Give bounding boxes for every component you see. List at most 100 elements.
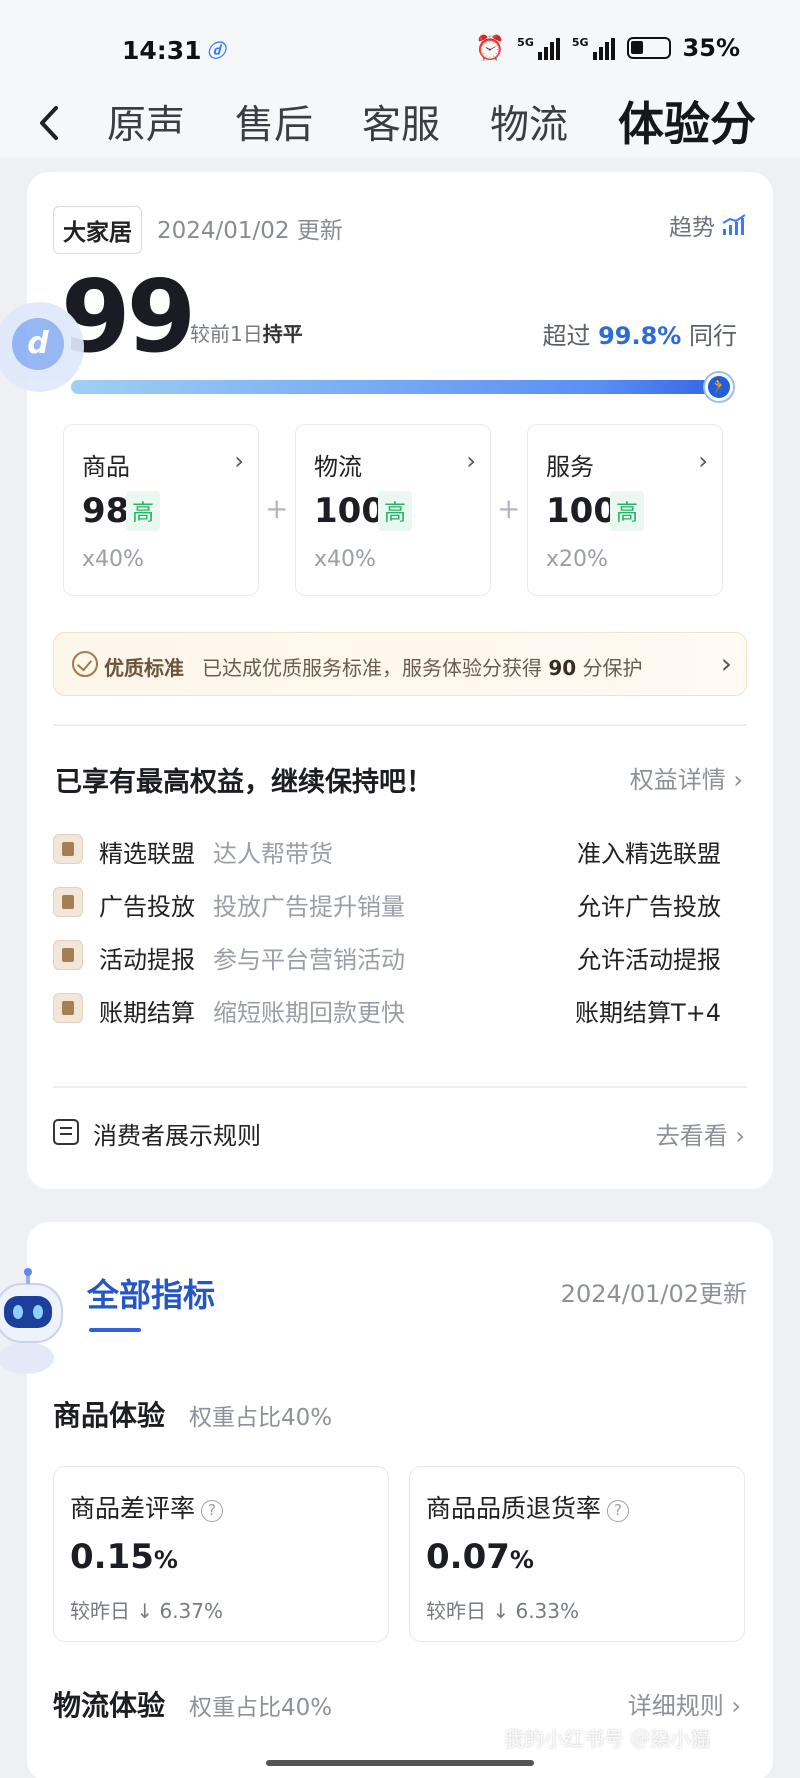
- subscore-name: 物流: [314, 453, 362, 481]
- quality-text-before: 已达成优质服务标准，服务体验分获得: [202, 656, 542, 680]
- trend-label: 趋势: [669, 215, 715, 241]
- divider: [53, 1086, 747, 1088]
- app-logo-icon: d: [12, 318, 64, 370]
- chevron-right-icon: ›: [466, 447, 476, 475]
- benefit-name: 活动提报: [99, 946, 195, 974]
- metric-compare: 较昨日 ↓ 6.37%: [70, 1599, 224, 1623]
- metric-card[interactable]: 商品品质退货率? 0.07% 较昨日 ↓ 6.33%: [409, 1466, 745, 1642]
- tab-logistics[interactable]: 物流: [490, 94, 568, 150]
- subscore-value: 100: [546, 491, 617, 531]
- battery-icon: [626, 37, 671, 59]
- settlement-icon: [53, 993, 83, 1023]
- subscore-goods[interactable]: 商品 › 98 高 x40%: [63, 424, 259, 596]
- benefit-status: 账期结算T+4: [574, 999, 721, 1027]
- home-indicator[interactable]: [266, 1760, 534, 1766]
- level-badge: 高: [378, 491, 413, 531]
- chevron-right-icon: ›: [735, 1122, 745, 1150]
- indicators-date: 2024/01/02更新: [560, 1280, 747, 1308]
- subscore-weight: x40%: [82, 547, 144, 572]
- battery-percent: 35%: [682, 34, 740, 62]
- detail-rules-link[interactable]: 详细规则 ›: [628, 1686, 741, 1721]
- metric-value-number: 0.07: [426, 1537, 510, 1577]
- quality-standard-banner[interactable]: 优质标准 已达成优质服务标准，服务体验分获得 90 分保护 ›: [53, 632, 747, 696]
- network-label-2: 5G: [571, 36, 589, 49]
- advertising-icon: [53, 887, 83, 917]
- quality-text-after: 分保护: [582, 656, 643, 680]
- chevron-right-icon: ›: [234, 447, 244, 475]
- indicators-tab[interactable]: 全部指标: [87, 1270, 215, 1316]
- tab-experience-score[interactable]: 体验分: [618, 88, 756, 154]
- shield-check-icon: [72, 651, 98, 677]
- trend-chart-icon: [722, 214, 746, 235]
- watermark: 我的小红书号 ＠染小猫: [504, 1727, 711, 1751]
- indicators-card: 全部指标 2024/01/02更新 商品体验 权重占比40% 商品差评率? 0.…: [27, 1222, 773, 1778]
- subscore-name: 服务: [546, 453, 594, 481]
- activity-report-icon: [53, 940, 83, 970]
- chevron-right-icon: ›: [698, 447, 708, 475]
- plus-sign: +: [265, 492, 289, 525]
- tab-original-voice[interactable]: 原声: [107, 94, 185, 150]
- metric-value-number: 0.15: [70, 1537, 154, 1577]
- chevron-right-icon: ›: [720, 647, 732, 680]
- rules-link[interactable]: 去看看 ›: [656, 1116, 745, 1151]
- help-icon[interactable]: ?: [607, 1500, 630, 1522]
- runner-icon: 🏃: [705, 373, 733, 401]
- peer-exceed: 超过 99.8% 同行: [542, 316, 737, 351]
- metric-name-text: 商品差评率: [70, 1494, 196, 1523]
- subscore-name: 商品: [82, 453, 130, 481]
- metric-unit: %: [509, 1546, 534, 1574]
- metric-card[interactable]: 商品差评率? 0.15% 较昨日 ↓ 6.37%: [53, 1466, 389, 1642]
- trend-link[interactable]: 趋势: [669, 208, 747, 242]
- benefit-name: 精选联盟: [99, 840, 195, 868]
- subscore-value: 100: [314, 491, 385, 531]
- assistant-robot-icon[interactable]: [0, 1268, 70, 1378]
- metric-value: 0.07%: [426, 1537, 534, 1577]
- tab-customer-service[interactable]: 客服: [362, 94, 440, 150]
- logistics-section-title: 物流体验: [53, 1689, 166, 1722]
- compare-prefix: 较前1日: [190, 322, 263, 346]
- metric-unit: %: [153, 1546, 178, 1574]
- alarm-icon: ⏰: [475, 34, 506, 62]
- help-icon[interactable]: ?: [201, 1500, 224, 1522]
- benefit-desc: 缩短账期回款更快: [213, 999, 405, 1027]
- goods-section-weight: 权重占比40%: [189, 1405, 333, 1431]
- status-time: 14:31: [122, 36, 202, 65]
- category-badge: 大家居: [53, 206, 142, 254]
- goods-section-title: 商品体验: [53, 1399, 166, 1432]
- back-button[interactable]: [26, 98, 76, 148]
- metric-compare: 较昨日 ↓ 6.33%: [426, 1599, 580, 1623]
- metric-name: 商品品质退货率?: [426, 1489, 630, 1525]
- metric-name-text: 商品品质退货率: [426, 1494, 602, 1523]
- logistics-section-weight: 权重占比40%: [189, 1695, 333, 1721]
- top-tab-bar: 原声 售后 客服 物流 体验分: [0, 92, 800, 158]
- benefit-row: 账期结算 缩短账期回款更快 账期结算T+4: [53, 987, 753, 1029]
- benefit-status: 允许活动提报: [577, 946, 721, 974]
- status-icons: ⏰ 5G 5G 35%: [475, 34, 740, 62]
- app-icon: ⓓ: [207, 41, 225, 62]
- selected-alliance-icon: [53, 834, 83, 864]
- compare-value: 持平: [262, 322, 303, 346]
- signal-icon: 5G: [517, 36, 560, 60]
- network-label-1: 5G: [517, 36, 534, 49]
- tab-after-sales[interactable]: 售后: [235, 94, 313, 150]
- metric-value: 0.15%: [70, 1537, 178, 1577]
- exceed-prefix: 超过: [542, 322, 591, 350]
- benefits-link-label: 权益详情: [629, 766, 726, 794]
- consumer-display-rules[interactable]: 消费者展示规则 去看看 ›: [53, 1112, 747, 1152]
- subscore-weight: x20%: [546, 547, 608, 572]
- subscore-logistics[interactable]: 物流 › 100 高 x40%: [295, 424, 491, 596]
- tab-underline: [89, 1328, 141, 1332]
- benefit-status: 允许广告投放: [577, 893, 721, 921]
- benefits-detail-link[interactable]: 权益详情 ›: [630, 760, 743, 795]
- list-doc-icon: [53, 1119, 79, 1145]
- plus-sign: +: [497, 492, 521, 525]
- rules-label: 消费者展示规则: [93, 1122, 261, 1150]
- rules-link-label: 去看看: [655, 1122, 728, 1150]
- exceed-value: 99.8%: [598, 322, 682, 350]
- subscore-weight: x40%: [314, 547, 376, 572]
- benefit-desc: 达人帮带货: [213, 840, 333, 868]
- signal-icon: 5G: [572, 36, 615, 60]
- detail-link-label: 详细规则: [627, 1692, 724, 1720]
- status-bar: 14:31 ⓓ ⏰ 5G 5G 35%: [0, 0, 800, 92]
- subscore-service[interactable]: 服务 › 100 高 x20%: [527, 424, 723, 596]
